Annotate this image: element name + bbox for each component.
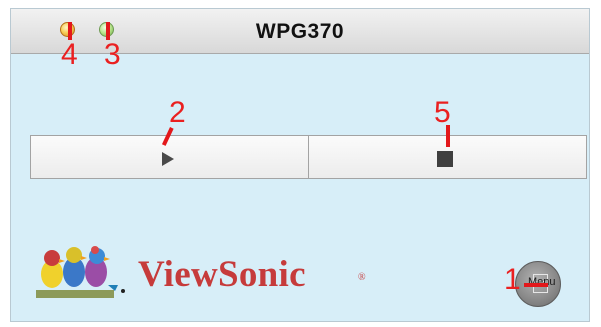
- annotation-3: 3: [104, 38, 121, 71]
- app-window: WPG370 ViewSonic ® Menu: [10, 8, 590, 322]
- birds-logo-icon: [36, 246, 125, 298]
- annotation-4: 4: [61, 38, 78, 71]
- play-button[interactable]: [31, 136, 309, 178]
- annotation-4-mark: [68, 22, 72, 40]
- stop-icon: [437, 151, 453, 167]
- brand-name: ViewSonic: [138, 254, 306, 295]
- play-icon: [162, 152, 174, 166]
- window-title: WPG370: [255, 20, 345, 43]
- playback-controls: [30, 135, 587, 179]
- annotation-1-mark: [524, 283, 548, 287]
- annotation-5: 5: [434, 96, 451, 129]
- annotation-5-mark: [446, 125, 450, 147]
- brand-registered-mark: ®: [358, 272, 366, 283]
- annotation-3-mark: [106, 22, 110, 40]
- title-bar: WPG370: [11, 9, 589, 54]
- viewsonic-logo: ViewSonic ®: [36, 241, 366, 301]
- annotation-1: 1: [504, 263, 521, 296]
- annotation-2: 2: [169, 96, 186, 129]
